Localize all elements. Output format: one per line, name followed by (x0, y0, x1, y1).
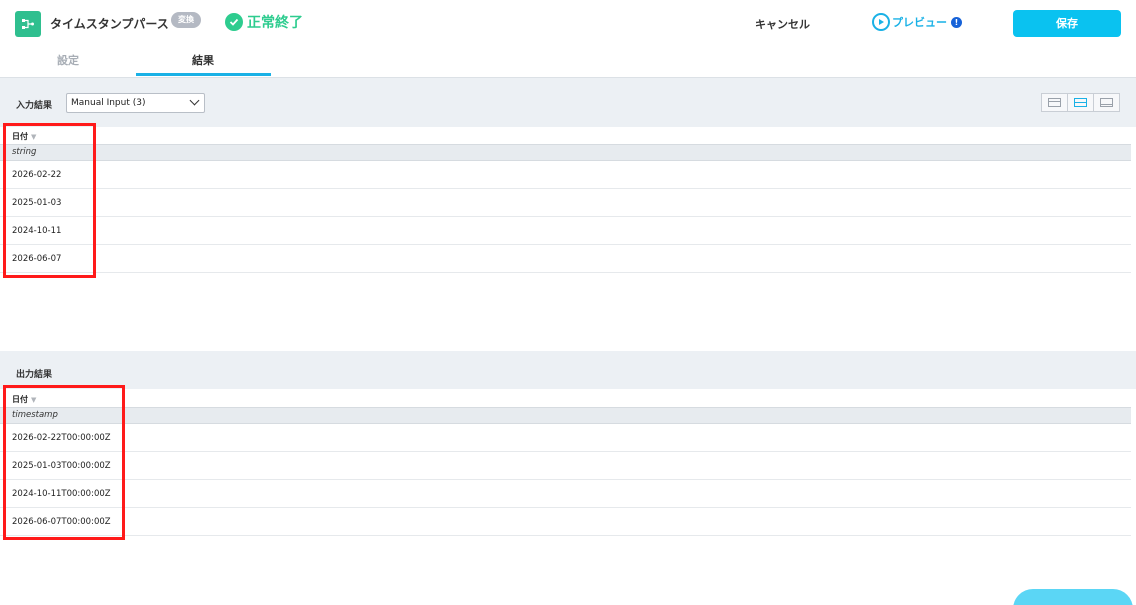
preview-label: プレビュー (892, 16, 947, 29)
view-output-button[interactable] (1094, 94, 1119, 111)
status-text: 正常終了 (247, 15, 303, 31)
table-row: 2026-06-07 (0, 245, 1131, 273)
layout-top-icon (1048, 98, 1061, 107)
tab-result[interactable]: 結果 (192, 52, 214, 68)
output-section-label: 出力結果 (16, 370, 53, 380)
layout-bottom-icon (1100, 98, 1113, 107)
input-highlight-box (3, 123, 96, 278)
status-indicator: 正常終了 (225, 12, 303, 32)
active-tab-indicator (136, 73, 271, 76)
transform-icon (15, 11, 41, 37)
help-chat-button[interactable] (1013, 589, 1133, 605)
output-column-type: timestamp (0, 407, 1131, 424)
input-source-select[interactable]: Manual Input (3) (66, 93, 205, 113)
warning-icon: ! (951, 16, 962, 28)
output-highlight-box (3, 385, 125, 540)
play-icon (872, 13, 890, 31)
output-section-band (0, 351, 1136, 389)
layout-split-icon (1074, 98, 1087, 107)
table-row: 2026-06-07T00:00:00Z (0, 508, 1131, 536)
cancel-button[interactable]: キャンセル (755, 16, 810, 32)
type-badge: 変換 (171, 12, 201, 28)
view-input-button[interactable] (1042, 94, 1068, 111)
view-split-button[interactable] (1068, 94, 1094, 111)
tab-settings[interactable]: 設定 (57, 52, 79, 68)
page-title: タイムスタンプパース (50, 17, 169, 31)
header-bar: タイムスタンプパース 変換 正常終了 キャンセル プレビュー ! 保存 (0, 0, 1136, 44)
table-row: 2025-01-03 (0, 189, 1131, 217)
input-section-label: 入力結果 (16, 101, 53, 111)
output-table-header: 日付 ▼ (0, 391, 1131, 407)
check-circle-icon (225, 13, 243, 31)
save-button[interactable]: 保存 (1013, 10, 1121, 37)
preview-button[interactable]: プレビュー ! (872, 13, 962, 31)
chevron-down-icon (189, 95, 200, 106)
table-row: 2026-02-22 (0, 161, 1131, 189)
input-table-header: 日付 ▼ (0, 128, 1131, 144)
table-row: 2024-10-11 (0, 217, 1131, 245)
input-column-type: string (0, 144, 1131, 161)
table-row: 2026-02-22T00:00:00Z (0, 424, 1131, 452)
table-row: 2024-10-11T00:00:00Z (0, 480, 1131, 508)
input-source-value: Manual Input (3) (71, 98, 146, 108)
view-layout-toggle (1041, 93, 1120, 112)
table-row: 2025-01-03T00:00:00Z (0, 452, 1131, 480)
